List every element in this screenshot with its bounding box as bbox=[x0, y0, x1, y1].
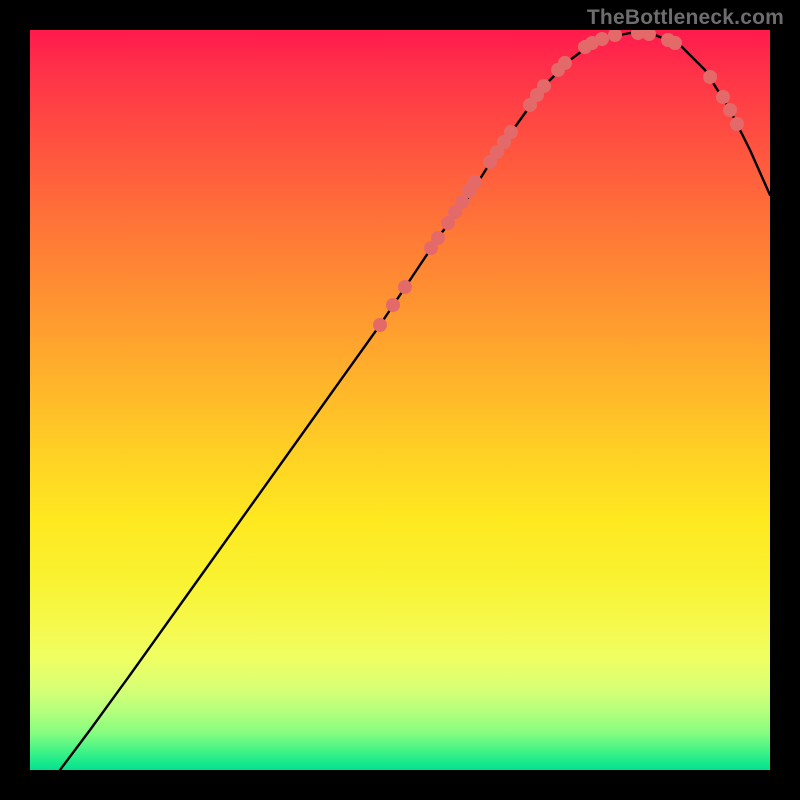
watermark-text: TheBottleneck.com bbox=[587, 6, 784, 30]
data-dot bbox=[398, 280, 412, 294]
data-dot bbox=[468, 175, 482, 189]
data-dots bbox=[373, 30, 744, 332]
data-dot bbox=[716, 90, 730, 104]
data-dot bbox=[558, 56, 572, 70]
curve-line bbox=[60, 33, 770, 770]
data-dot bbox=[608, 30, 622, 42]
data-dot bbox=[504, 125, 518, 139]
data-dot bbox=[595, 32, 609, 46]
chart-stage: TheBottleneck.com bbox=[0, 0, 800, 800]
data-dot bbox=[642, 30, 656, 41]
data-dot bbox=[386, 298, 400, 312]
data-dot bbox=[431, 231, 445, 245]
chart-plot-area bbox=[30, 30, 770, 770]
data-dot bbox=[668, 36, 682, 50]
curve-path bbox=[60, 33, 770, 770]
data-dot bbox=[730, 117, 744, 131]
data-dot bbox=[537, 79, 551, 93]
data-dot bbox=[723, 103, 737, 117]
data-dot bbox=[703, 70, 717, 84]
data-dot bbox=[373, 318, 387, 332]
chart-svg bbox=[30, 30, 770, 770]
